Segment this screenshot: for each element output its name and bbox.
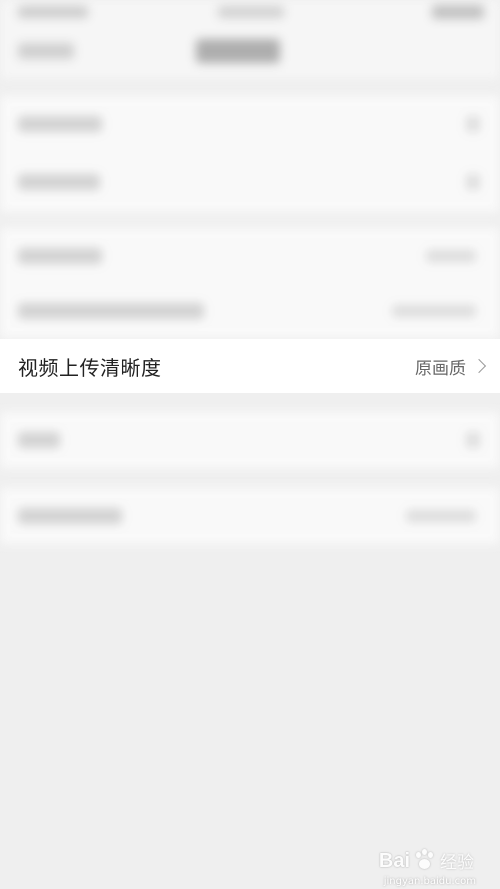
status-carrier-blurred	[218, 6, 284, 18]
settings-group-1	[0, 96, 500, 212]
watermark-brand: Bai	[378, 850, 410, 872]
battery-icon	[432, 5, 484, 19]
baidu-jingyan-watermark: Bai 经验	[379, 848, 474, 873]
page-title-blurred	[196, 39, 280, 63]
settings-group-3	[0, 412, 500, 468]
status-bar	[0, 0, 500, 28]
blurred-settings-background	[0, 0, 500, 889]
settings-row-blurred[interactable]	[0, 412, 500, 468]
chevron-right-icon	[471, 358, 487, 374]
video-upload-quality-value: 原画质	[415, 358, 466, 379]
video-upload-quality-value-group: 原画质	[415, 354, 488, 379]
back-button[interactable]	[18, 43, 74, 59]
settings-group-2	[0, 228, 500, 338]
settings-group-4	[0, 488, 500, 544]
paw-icon	[414, 849, 436, 871]
settings-row-blurred[interactable]	[0, 154, 500, 210]
settings-screen: 视频上传清晰度 原画质 Bai 经验 jingyan.baidu.com	[0, 0, 500, 889]
status-time-blurred	[18, 6, 88, 18]
watermark-url: jingyan.baidu.com	[383, 876, 476, 887]
settings-row-blurred[interactable]	[0, 228, 500, 284]
settings-row-blurred[interactable]	[0, 488, 500, 544]
video-upload-quality-label: 视频上传清晰度	[18, 355, 162, 380]
watermark-subtitle: 经验	[440, 853, 474, 873]
navigation-bar	[0, 28, 500, 81]
settings-row-blurred[interactable]	[0, 96, 500, 152]
settings-row-blurred[interactable]	[0, 283, 500, 339]
video-upload-quality-row[interactable]: 视频上传清晰度 原画质	[0, 339, 500, 393]
